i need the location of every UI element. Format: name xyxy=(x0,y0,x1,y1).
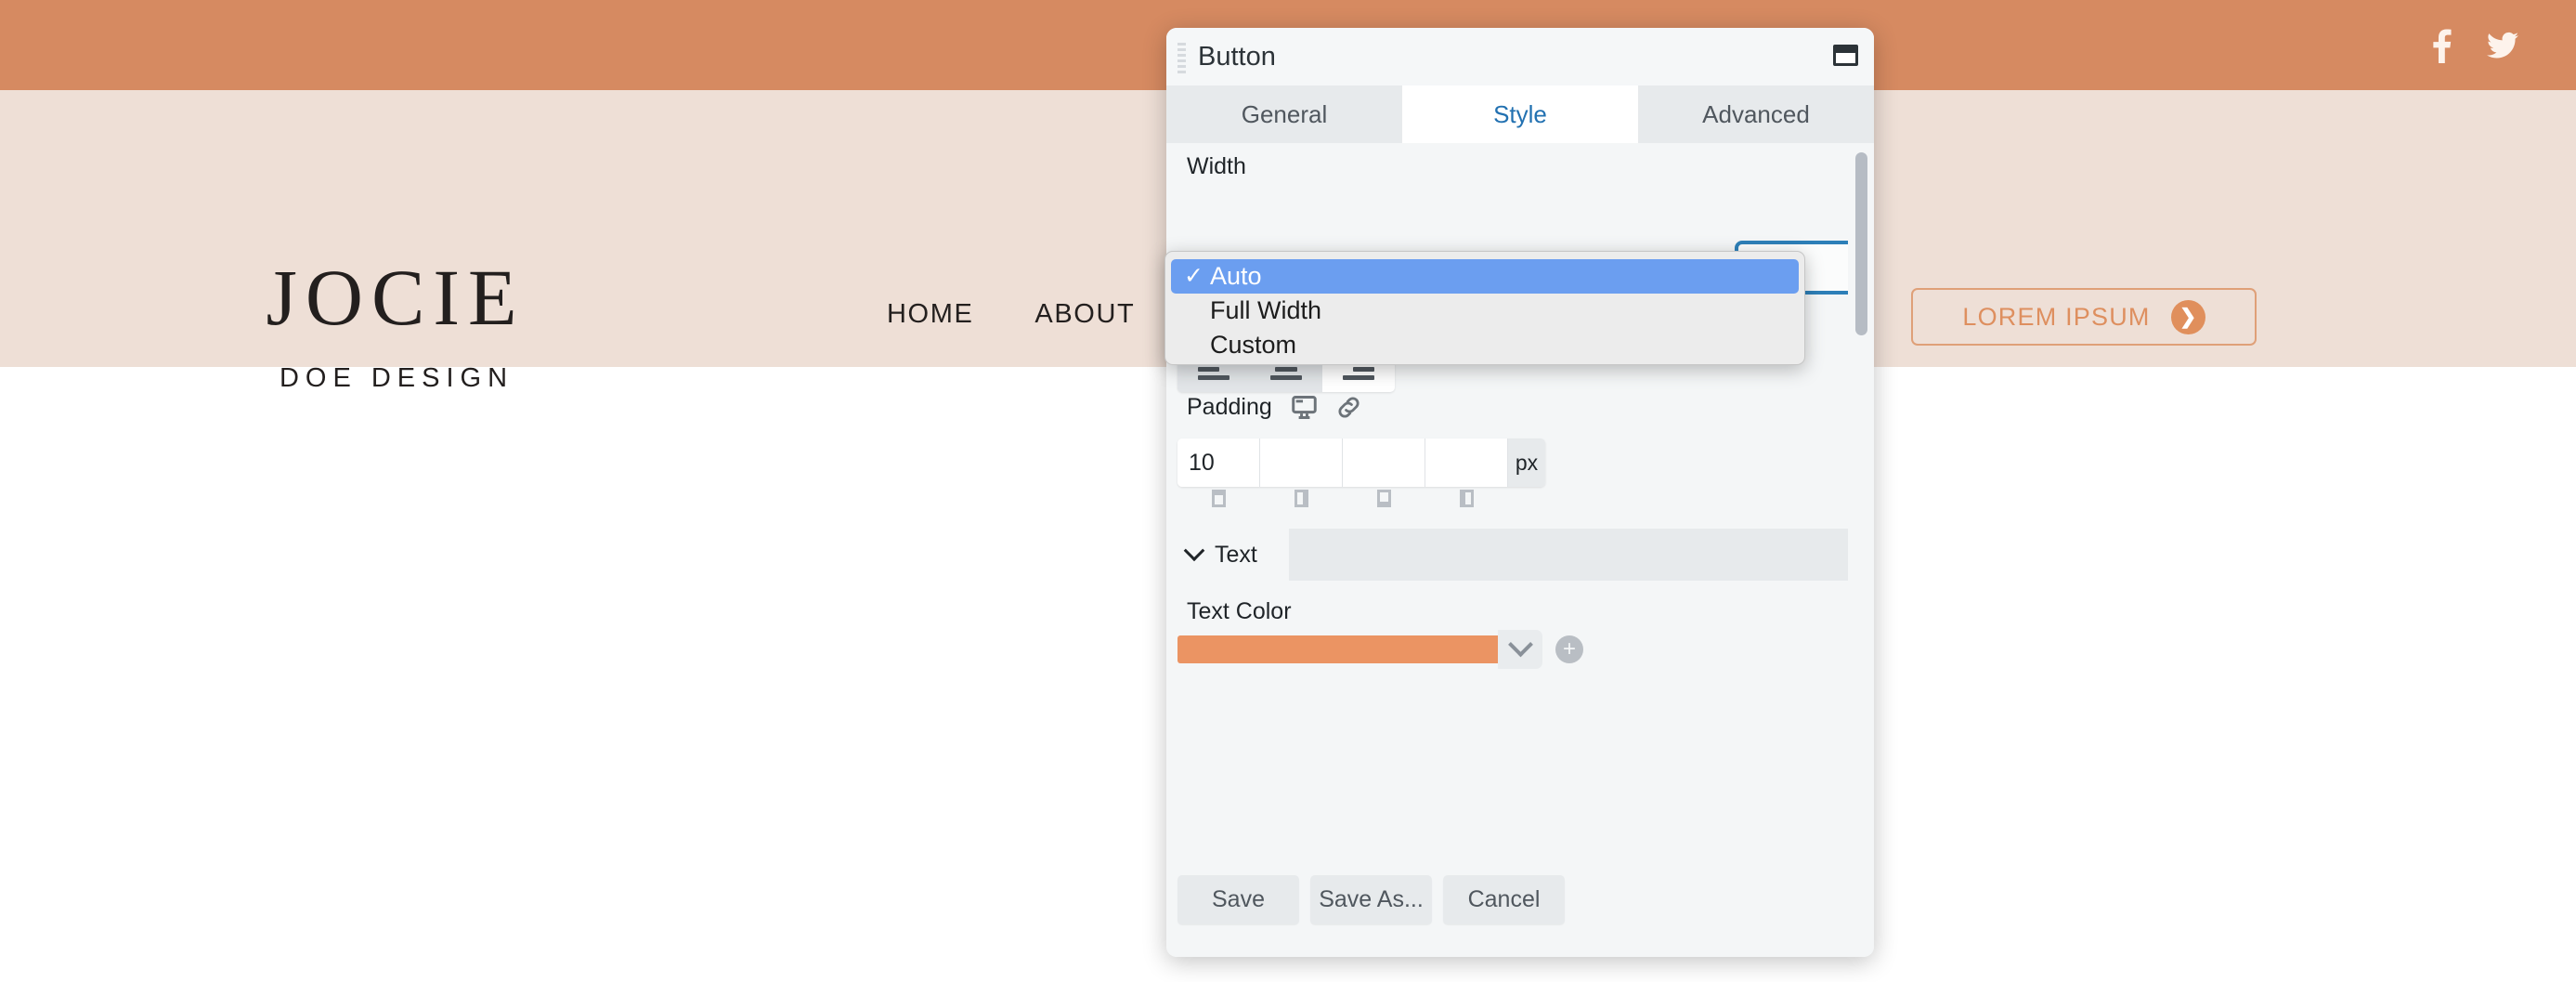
box-bottom-icon xyxy=(1377,490,1391,507)
padding-side-left xyxy=(1425,490,1508,507)
padding-unit[interactable]: px xyxy=(1508,439,1545,487)
dropdown-option-full-width-label: Full Width xyxy=(1210,296,1321,325)
drag-handle-icon[interactable] xyxy=(1177,43,1186,74)
dropdown-option-auto-label: Auto xyxy=(1210,262,1262,291)
logo-main-text: JOCIE xyxy=(245,257,546,337)
save-button[interactable]: Save xyxy=(1177,875,1299,924)
button-settings-panel: Button General Style Advanced Width xyxy=(1166,28,1874,957)
padding-label: Padding xyxy=(1187,394,1272,421)
padding-left-input[interactable] xyxy=(1425,439,1508,487)
panel-footer: Save Save As... Cancel xyxy=(1166,843,1874,957)
padding-side-top xyxy=(1177,490,1260,507)
desktop-icon[interactable] xyxy=(1292,396,1317,419)
padding-side-right xyxy=(1260,490,1343,507)
lorem-ipsum-button[interactable]: LOREM IPSUM ❯ xyxy=(1911,288,2257,346)
logo-sub-text: DOE DESIGN xyxy=(247,363,546,394)
cancel-button[interactable]: Cancel xyxy=(1443,875,1565,924)
dropdown-option-custom-label: Custom xyxy=(1210,331,1296,360)
padding-inputs: 10 px xyxy=(1177,439,1545,487)
tab-advanced[interactable]: Advanced xyxy=(1638,85,1874,143)
padding-bottom-input[interactable] xyxy=(1343,439,1425,487)
site-nav: HOME ABOUT xyxy=(887,299,1135,330)
site-logo[interactable]: JOCIE DOE DESIGN xyxy=(240,257,546,394)
check-icon: ✓ xyxy=(1184,265,1210,288)
text-color-label: Text Color xyxy=(1187,598,1292,625)
width-label: Width xyxy=(1187,153,1246,180)
text-section-label: Text xyxy=(1215,542,1257,569)
tab-style[interactable]: Style xyxy=(1402,85,1638,143)
link-icon[interactable] xyxy=(1336,396,1361,419)
text-section-header: Text xyxy=(1166,529,1874,581)
scrollbar-thumb[interactable] xyxy=(1855,152,1867,335)
dropdown-option-auto[interactable]: ✓ Auto xyxy=(1171,259,1799,294)
width-dropdown-menu: ✓ Auto Full Width Custom xyxy=(1164,251,1805,365)
text-color-swatch[interactable] xyxy=(1177,635,1498,663)
padding-right-input[interactable] xyxy=(1260,439,1343,487)
box-left-icon xyxy=(1460,490,1474,507)
restore-window-icon[interactable] xyxy=(1833,45,1858,66)
nav-item-about[interactable]: ABOUT xyxy=(1034,299,1135,330)
padding-top-value: 10 xyxy=(1177,450,1215,477)
facebook-icon[interactable] xyxy=(2431,28,2452,63)
social-links xyxy=(2431,0,2518,90)
panel-title-bar[interactable]: Button xyxy=(1166,28,1874,85)
vertical-scrollbar[interactable] xyxy=(1848,143,1874,900)
text-section-toggle[interactable]: Text xyxy=(1166,529,1289,581)
chevron-down-icon xyxy=(1184,540,1205,561)
add-circle-icon[interactable]: + xyxy=(1555,635,1583,663)
box-top-icon xyxy=(1212,490,1226,507)
nav-item-home[interactable]: HOME xyxy=(887,299,973,330)
panel-title: Button xyxy=(1198,42,1276,72)
twitter-icon[interactable] xyxy=(2487,32,2518,59)
save-as-button[interactable]: Save As... xyxy=(1310,875,1432,924)
padding-top-input[interactable]: 10 xyxy=(1177,439,1260,487)
padding-side-bottom xyxy=(1343,490,1425,507)
panel-tabs: General Style Advanced xyxy=(1166,85,1874,143)
text-color-dropdown-button[interactable] xyxy=(1498,630,1542,669)
chevron-right-circle-icon: ❯ xyxy=(2171,300,2205,334)
dropdown-option-custom[interactable]: Custom xyxy=(1171,328,1799,362)
tab-general[interactable]: General xyxy=(1166,85,1402,143)
text-color-control: + xyxy=(1177,630,1583,669)
box-right-icon xyxy=(1295,490,1308,507)
lorem-ipsum-label: LOREM IPSUM xyxy=(1962,303,2150,332)
dropdown-option-full-width[interactable]: Full Width xyxy=(1171,294,1799,328)
padding-label-row: Padding xyxy=(1187,394,1361,421)
padding-side-indicators xyxy=(1177,490,1508,507)
chevron-down-icon xyxy=(1508,632,1533,657)
